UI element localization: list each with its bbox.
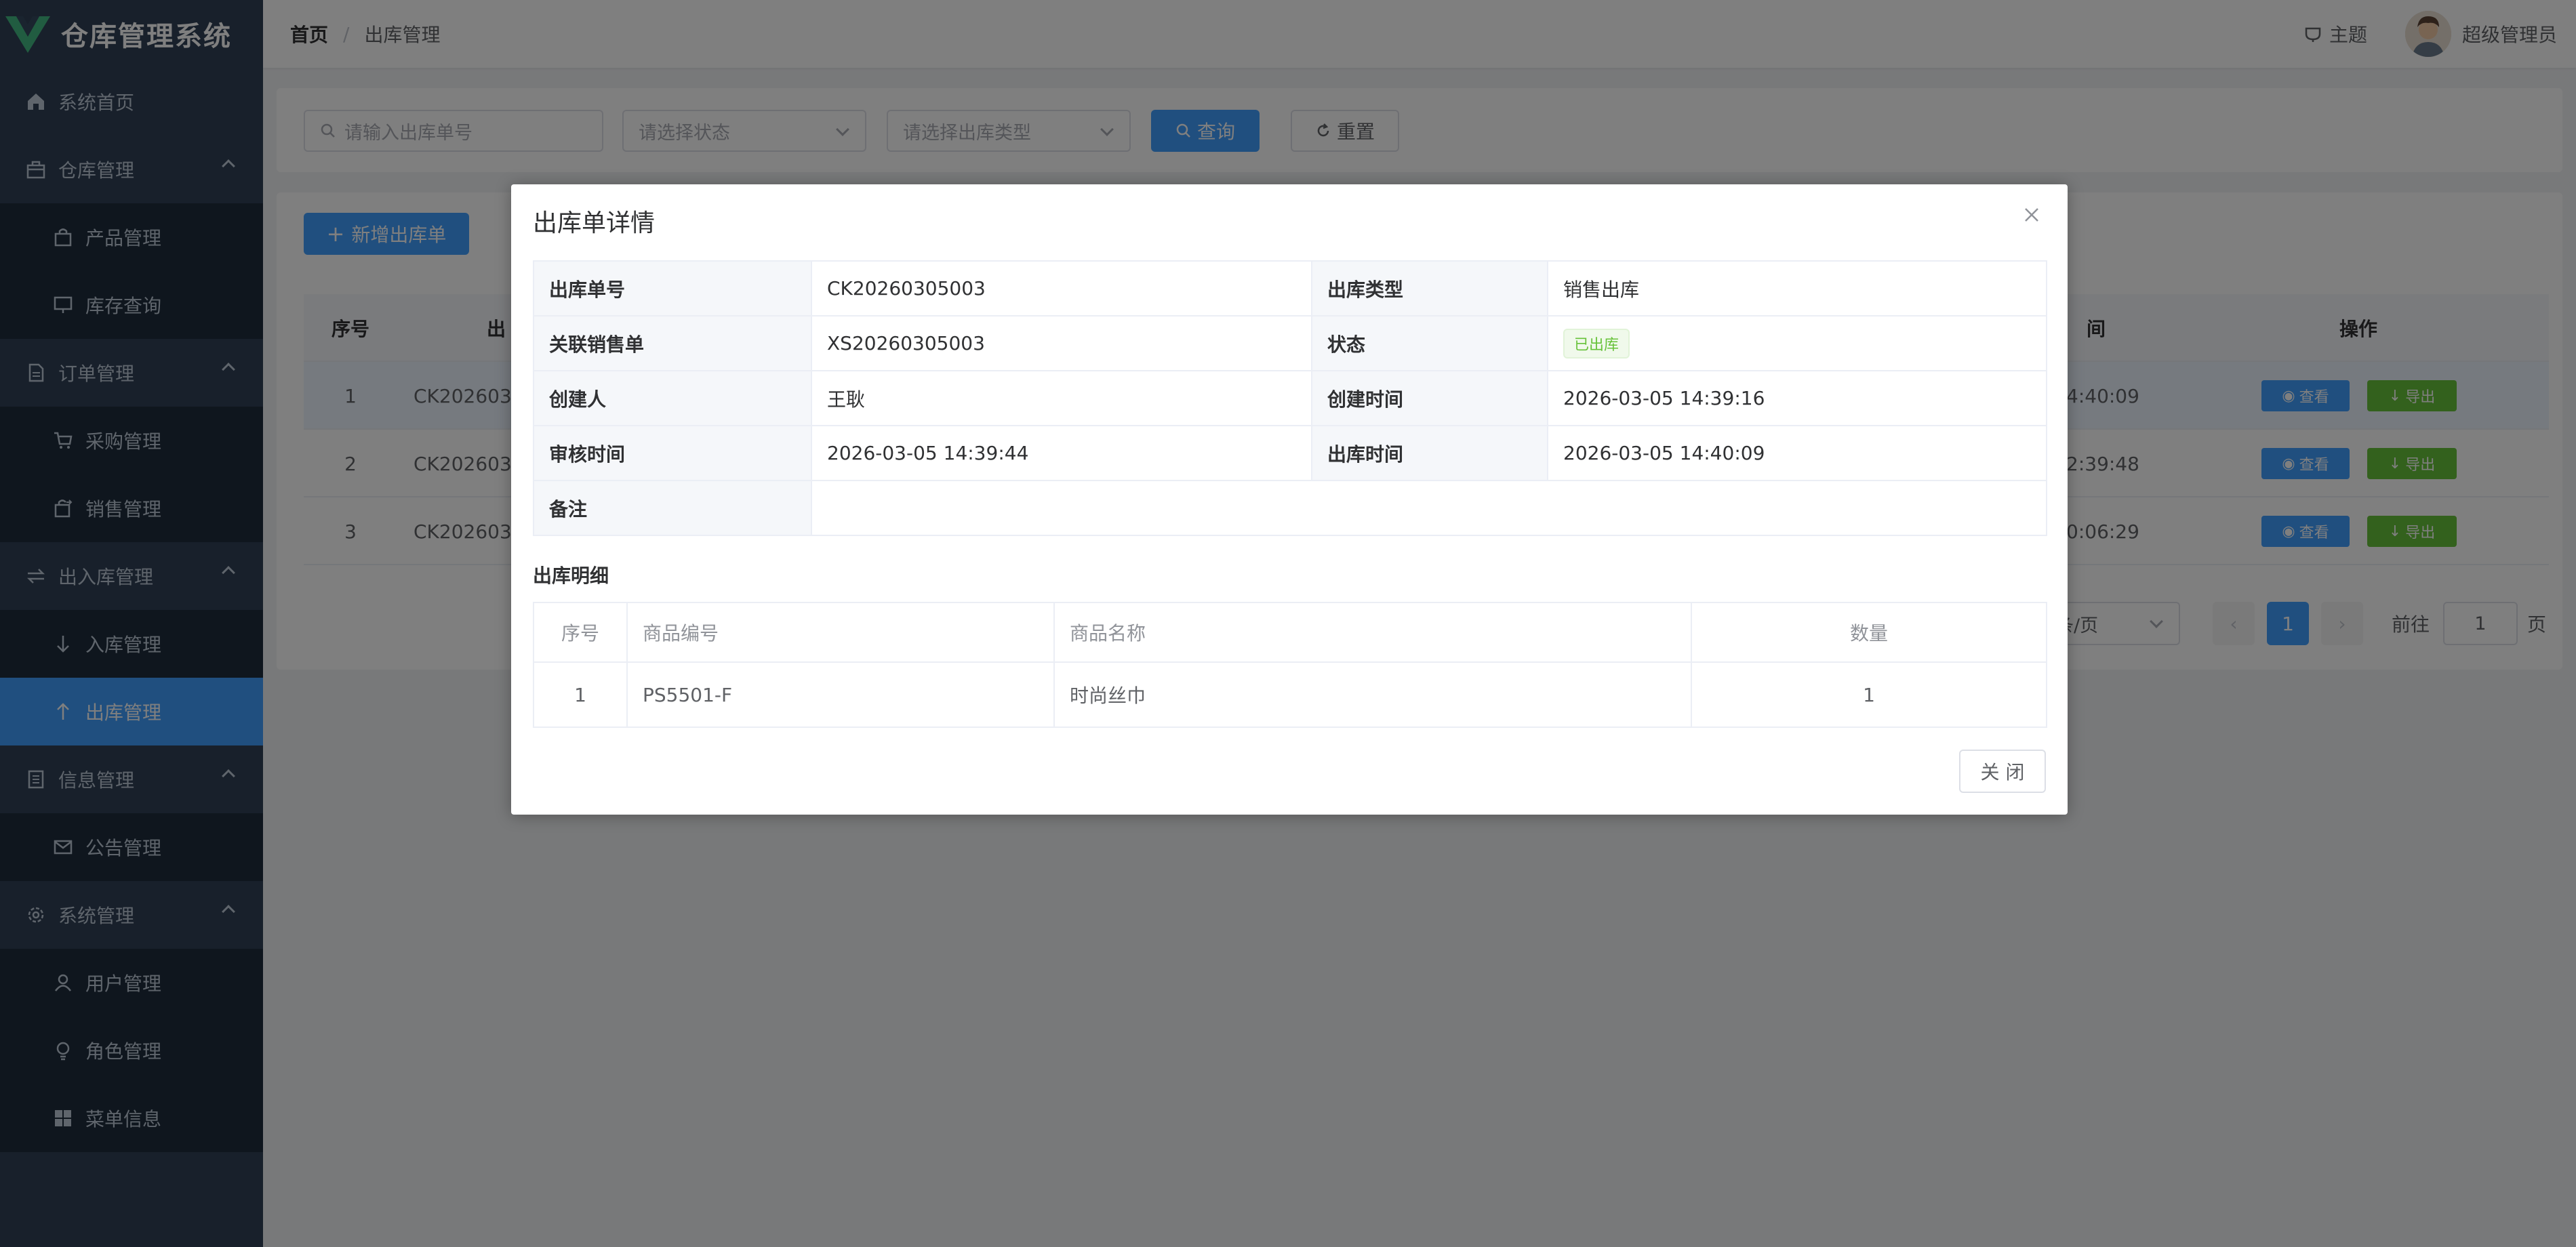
detail-col-name: 商品名称 [1053,602,1692,663]
sales-order-label: 关联销售单 [533,315,812,371]
audit-time-value: 2026-03-05 14:39:44 [811,425,1312,481]
detail-items-table: 序号 商品编号 商品名称 数量 1 PS5501-F 时尚丝巾 1 [533,602,2047,728]
desc-row: 审核时间 2026-03-05 14:39:44 出库时间 2026-03-05… [533,425,2047,481]
detail-name: 时尚丝巾 [1053,661,1692,728]
detail-qty: 1 [1691,661,2047,728]
created-time-label: 创建时间 [1311,370,1548,426]
close-label: 关 闭 [1980,761,2025,783]
desc-row: 备注 [533,480,2047,536]
status-cell: 已出库 [1547,315,2047,371]
order-no-label: 出库单号 [533,260,812,316]
detail-index: 1 [533,661,628,728]
remark-value [811,480,2047,536]
type-value: 销售出库 [1547,260,2047,316]
detail-descriptions: 出库单号 CK20260305003 出库类型 销售出库 关联销售单 XS202… [533,260,2047,536]
detail-col-qty: 数量 [1691,602,2047,663]
detail-col-index: 序号 [533,602,628,663]
audit-time-label: 审核时间 [533,425,812,481]
desc-row: 创建人 王耿 创建时间 2026-03-05 14:39:16 [533,370,2047,426]
type-label: 出库类型 [1311,260,1548,316]
detail-table-header: 序号 商品编号 商品名称 数量 [533,602,2047,663]
status-badge: 已出库 [1563,328,1630,359]
detail-section-title: 出库明细 [533,565,609,587]
close-button[interactable]: 关 闭 [1959,750,2046,793]
order-no-value: CK20260305003 [811,260,1312,316]
remark-label: 备注 [533,480,812,536]
desc-row: 出库单号 CK20260305003 出库类型 销售出库 [533,260,2047,316]
detail-code: PS5501-F [626,661,1055,728]
desc-row: 关联销售单 XS20260305003 状态 已出库 [533,315,2047,371]
outbound-time-label: 出库时间 [1311,425,1548,481]
sales-order-value: XS20260305003 [811,315,1312,371]
outbound-time-value: 2026-03-05 14:40:09 [1547,425,2047,481]
detail-table-row: 1 PS5501-F 时尚丝巾 1 [533,661,2047,728]
outbound-detail-dialog: 出库单详情 出库单号 CK20260305003 出库类型 销售出库 关联销售单… [511,184,2068,815]
dialog-title: 出库单详情 [533,209,656,237]
creator-value: 王耿 [811,370,1312,426]
creator-label: 创建人 [533,370,812,426]
close-icon[interactable] [2021,205,2042,225]
detail-col-code: 商品编号 [626,602,1055,663]
created-time-value: 2026-03-05 14:39:16 [1547,370,2047,426]
status-label: 状态 [1311,315,1548,371]
